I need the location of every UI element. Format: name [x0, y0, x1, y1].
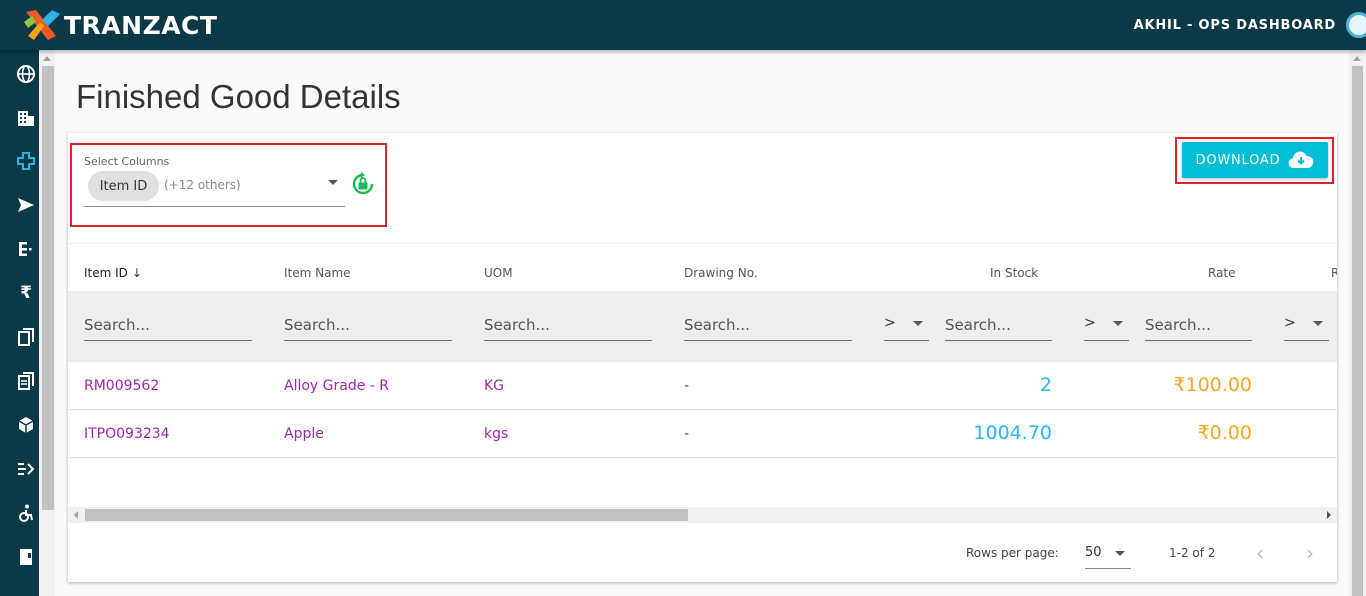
scroll-thumb[interactable]: [1352, 66, 1363, 596]
scroll-thumb[interactable]: [42, 66, 54, 510]
chevron-down-icon[interactable]: [328, 180, 338, 185]
cube-icon[interactable]: [14, 413, 38, 437]
search-input-item-id[interactable]: [84, 305, 252, 341]
column-chip-item-id[interactable]: Item ID: [88, 171, 159, 201]
rupee-icon[interactable]: ₹: [14, 281, 38, 305]
search-input[interactable]: [1145, 305, 1252, 340]
plus-cross-icon[interactable]: [14, 149, 38, 173]
tranzact-logo-icon: [24, 10, 60, 40]
cell-item-id[interactable]: RM009562: [84, 378, 159, 394]
chevron-down-icon: [1313, 321, 1323, 326]
cell-drawing-no: -: [684, 426, 690, 442]
cell-item-id[interactable]: ITPO093234: [84, 426, 170, 442]
select-columns-label: Select Columns: [84, 155, 170, 168]
column-header-item-id[interactable]: Item ID ↓: [84, 266, 142, 280]
cloud-download-icon: [1288, 151, 1314, 169]
operator-select-rate[interactable]: >: [1084, 305, 1129, 341]
cell-uom: kgs: [484, 426, 509, 442]
sidebar: ₹: [0, 50, 39, 596]
prev-page-icon[interactable]: ‹: [1256, 541, 1264, 565]
search-input[interactable]: [484, 305, 652, 340]
column-header-rate[interactable]: Rate: [1208, 266, 1236, 280]
column-header-in-stock[interactable]: In Stock: [990, 266, 1038, 280]
rows-per-page-label: Rows per page:: [966, 546, 1059, 560]
search-input[interactable]: [284, 305, 452, 340]
next-page-icon[interactable]: ›: [1306, 541, 1314, 565]
cell-item-name[interactable]: Alloy Grade - R: [284, 378, 389, 394]
page-title: Finished Good Details: [76, 78, 401, 115]
cell-in-stock: 1004.70: [973, 422, 1052, 444]
operator-select-in-stock[interactable]: >: [884, 305, 929, 341]
cell-drawing-no: -: [684, 378, 690, 394]
accessibility-icon[interactable]: [14, 501, 38, 525]
scroll-up-icon[interactable]: [43, 56, 51, 61]
flow-icon[interactable]: [14, 457, 38, 481]
chevron-down-icon: [913, 321, 923, 326]
scroll-up-icon[interactable]: [1353, 56, 1361, 61]
search-input-drawing-no[interactable]: [684, 305, 852, 341]
globe-icon[interactable]: [14, 62, 38, 86]
brand-name: TRANZACT: [64, 10, 218, 40]
search-input[interactable]: [684, 305, 852, 340]
chevron-down-icon: [1115, 551, 1125, 556]
search-input-item-name[interactable]: [284, 305, 452, 341]
column-header-item-name[interactable]: Item Name: [284, 266, 351, 280]
list-icon[interactable]: [14, 237, 38, 261]
search-input-in-stock[interactable]: [945, 305, 1052, 341]
column-header-uom[interactable]: UOM: [484, 266, 513, 280]
scroll-thumb[interactable]: [85, 509, 688, 521]
column-header-next[interactable]: R: [1331, 266, 1337, 280]
sort-arrow-icon[interactable]: ↓: [132, 266, 142, 280]
building-icon[interactable]: [14, 106, 38, 130]
send-icon[interactable]: [14, 193, 38, 217]
chevron-down-icon: [1113, 321, 1123, 326]
operator-select-next[interactable]: >: [1284, 305, 1329, 341]
cell-in-stock: 2: [1039, 374, 1052, 396]
cell-rate: ₹0.00: [1197, 422, 1252, 444]
search-input-uom[interactable]: [484, 305, 652, 341]
pagination-range: 1-2 of 2: [1169, 546, 1216, 560]
top-navbar: TRANZACT AKHIL - OPS DASHBOARD: [0, 0, 1366, 50]
column-select-underline: [84, 206, 345, 207]
cell-rate: ₹100.00: [1173, 374, 1252, 396]
avatar[interactable]: [1346, 12, 1366, 38]
scroll-right-icon[interactable]: [1327, 511, 1331, 519]
download-label: DOWNLOAD: [1195, 152, 1281, 168]
sidebar-scrollbar[interactable]: [39, 50, 55, 596]
download-button[interactable]: DOWNLOAD: [1182, 142, 1328, 178]
copy-icon[interactable]: [14, 325, 38, 349]
search-input[interactable]: [84, 305, 252, 340]
user-dashboard-label[interactable]: AKHIL - OPS DASHBOARD: [1134, 18, 1336, 33]
column-others-count: (+12 others): [164, 178, 241, 192]
search-input-rate[interactable]: [1145, 305, 1252, 341]
rows-per-page-select[interactable]: 50: [1085, 538, 1131, 569]
table-horizontal-scrollbar[interactable]: [68, 507, 1337, 523]
document-icon[interactable]: [14, 369, 38, 393]
column-header-drawing-no[interactable]: Drawing No.: [684, 266, 758, 280]
scroll-left-icon[interactable]: [74, 511, 78, 519]
file-icon[interactable]: [14, 545, 38, 569]
page-scrollbar[interactable]: [1349, 50, 1366, 596]
cell-item-name[interactable]: Apple: [284, 426, 324, 442]
brand-logo[interactable]: TRANZACT: [22, 6, 217, 44]
search-input[interactable]: [945, 305, 1052, 340]
cell-uom: KG: [484, 378, 505, 394]
lock-reset-icon[interactable]: [350, 171, 376, 197]
